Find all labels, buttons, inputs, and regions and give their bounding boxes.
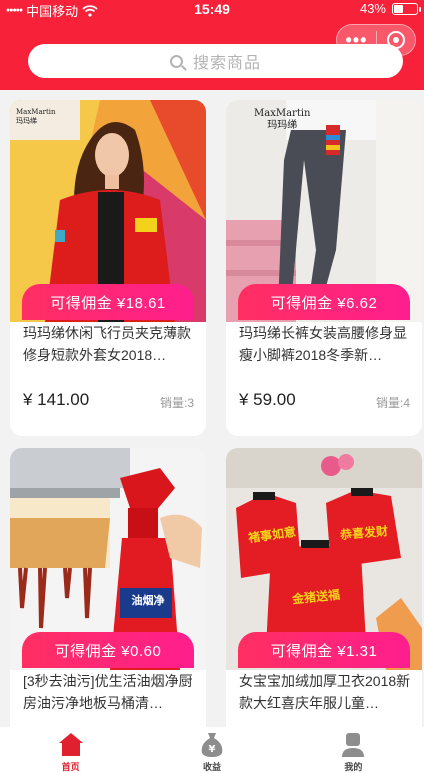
product-title: 玛玛绨长裤女装高腰修身显瘦小脚裤2018冬季新… <box>239 325 407 363</box>
search-icon <box>169 54 183 68</box>
product-card[interactable]: 油烟净 可得佣金 ¥0.60 [3秒去油污]优生活油烟净厨房油污净地板马桶清… <box>10 448 206 738</box>
product-title: 女宝宝加绒加厚卫衣2018新款大红喜庆年服儿童… <box>239 673 411 711</box>
money-bag-icon: ¥ <box>201 733 223 757</box>
battery-percent: 43% <box>359 1 386 16</box>
brand-name-cn: 玛玛绨 <box>267 120 298 131</box>
brand-logo: MaxMartin 玛玛绨 <box>254 108 310 132</box>
status-bar: ●●●●● 中国移动 15:49 43% <box>0 0 424 19</box>
brand-name: MaxMartin <box>254 108 311 119</box>
header: ••• 搜索商品 <box>0 18 424 90</box>
tab-label: 收益 <box>202 762 221 772</box>
product-card[interactable]: MaxMartin 玛玛绨 可得佣金 ¥18.61 玛玛绨休闲飞行员夹克薄款修身… <box>10 100 206 436</box>
product-price: ¥ 141.00 <box>23 390 90 409</box>
person-icon <box>342 733 365 757</box>
search-placeholder: 搜索商品 <box>192 55 261 72</box>
commission-badge: 可得佣金 ¥18.61 <box>22 284 194 320</box>
tab-label: 首页 <box>61 762 80 772</box>
brand-name-cn: 玛玛绨 <box>16 117 37 125</box>
commission-badge: 可得佣金 ¥1.31 <box>238 632 410 668</box>
battery-icon <box>392 2 421 15</box>
bottom-tab-bar: 首页 ¥ 收益 我的 <box>0 727 424 773</box>
battery-fill <box>394 4 403 13</box>
svg-text:¥: ¥ <box>209 744 216 755</box>
product-price: ¥ 59.00 <box>239 390 296 409</box>
product-title: [3秒去油污]优生活油烟净厨房油污净地板马桶清… <box>23 673 193 711</box>
tab-mine[interactable]: 我的 <box>283 727 424 773</box>
tab-home[interactable]: 首页 <box>0 727 141 773</box>
home-icon <box>58 733 83 756</box>
tab-label: 我的 <box>344 762 363 772</box>
bottle-label: 油烟净 <box>131 595 165 607</box>
product-card[interactable]: MaxMartin 玛玛绨 可得佣金 ¥6.62 玛玛绨长裤女装高腰修身显瘦小脚… <box>226 100 422 436</box>
brand-logo: MaxMartin 玛玛绨 <box>16 108 56 126</box>
product-sales: 销量:3 <box>159 396 194 410</box>
product-sales: 销量:4 <box>375 396 410 410</box>
commission-badge: 可得佣金 ¥0.60 <box>22 632 194 668</box>
search-bar[interactable]: 搜索商品 <box>28 44 403 78</box>
product-card[interactable]: 褚事如意 恭喜发财 金猪送福 可得佣金 ¥1.31 女宝宝加绒加厚卫衣2018新… <box>226 448 422 738</box>
product-title: 玛玛绨休闲飞行员夹克薄款修身短款外套女2018… <box>23 325 191 363</box>
tab-earnings[interactable]: ¥ 收益 <box>141 727 282 773</box>
status-right: 43% <box>359 1 421 16</box>
brand-name: MaxMartin <box>16 108 56 116</box>
commission-badge: 可得佣金 ¥6.62 <box>238 284 410 320</box>
